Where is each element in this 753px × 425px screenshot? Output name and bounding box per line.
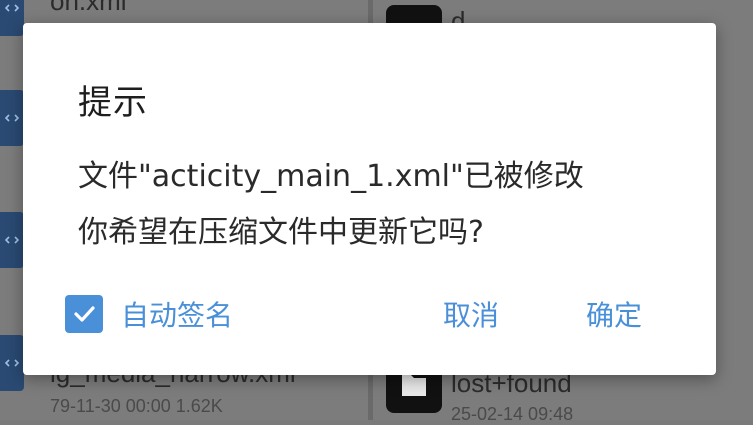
- update-archive-dialog: 提示 文件"acticity_main_1.xml"已被修改 你希望在压缩文件中…: [23, 23, 716, 375]
- checkbox-checked-icon[interactable]: [65, 295, 103, 333]
- xml-file-icon: [0, 212, 24, 268]
- file-meta: 79-11-30 00:00 1.62K: [50, 396, 223, 416]
- xml-file-icon: [0, 335, 24, 391]
- confirm-button[interactable]: 确定: [586, 292, 642, 336]
- file-name[interactable]: on.xml: [50, 0, 127, 17]
- folder-meta: 25-02-14 09:48: [451, 404, 574, 424]
- dialog-title: 提示: [78, 83, 148, 123]
- auto-sign-checkbox[interactable]: 自动签名: [65, 292, 233, 336]
- dialog-message: 文件"acticity_main_1.xml"已被修改 你希望在压缩文件中更新它…: [78, 149, 678, 261]
- auto-sign-label[interactable]: 自动签名: [121, 294, 233, 334]
- message-line-2: 你希望在压缩文件中更新它吗?: [78, 215, 484, 250]
- xml-file-icon: [0, 0, 24, 36]
- cancel-button[interactable]: 取消: [443, 292, 499, 336]
- message-line-1: 文件"acticity_main_1.xml"已被修改: [78, 159, 584, 194]
- xml-file-icon: [0, 90, 24, 146]
